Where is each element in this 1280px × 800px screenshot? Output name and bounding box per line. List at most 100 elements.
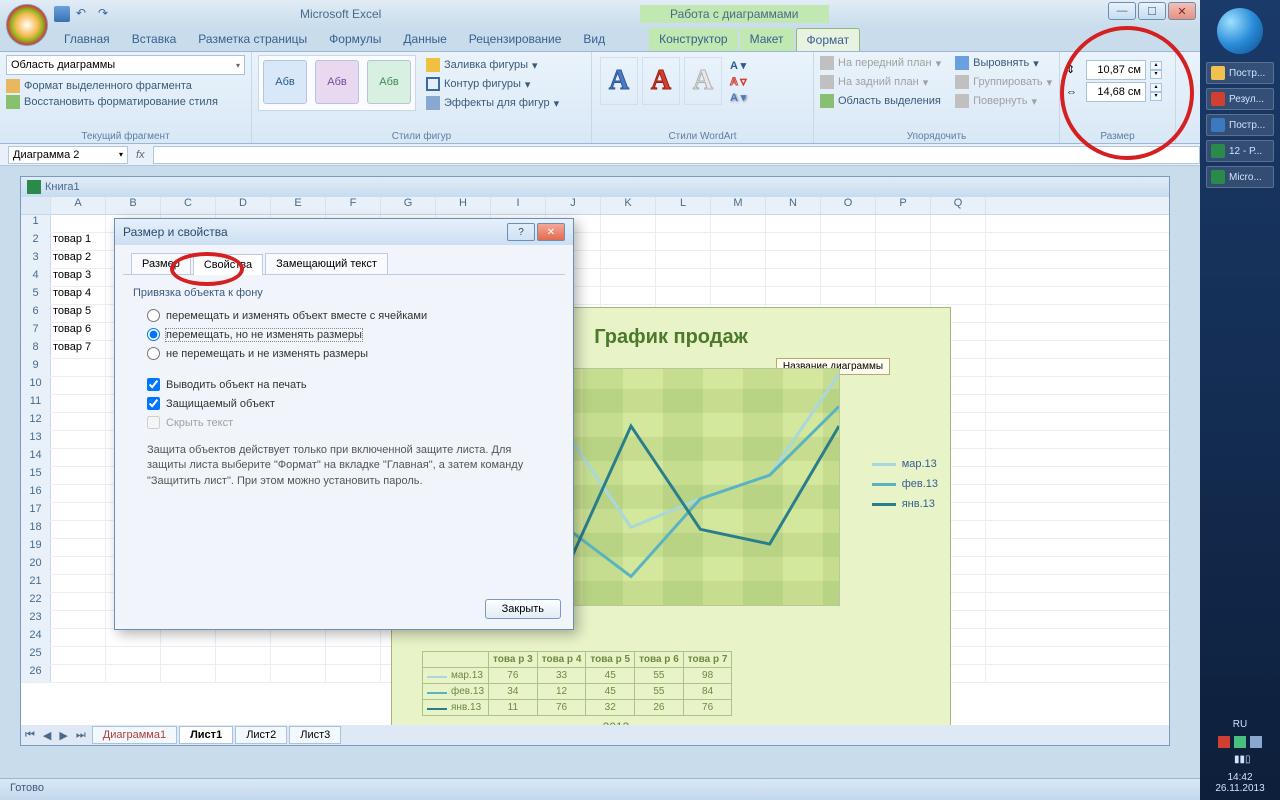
cell[interactable] bbox=[876, 287, 931, 304]
dialog-help-button[interactable]: ? bbox=[507, 223, 535, 241]
row-header[interactable]: 26 bbox=[21, 665, 51, 682]
cell[interactable] bbox=[51, 521, 106, 538]
cell[interactable]: товар 7 bbox=[51, 341, 106, 358]
col-header[interactable]: A bbox=[51, 197, 106, 214]
name-box[interactable]: Диаграмма 2 bbox=[8, 146, 128, 164]
row-header[interactable]: 22 bbox=[21, 593, 51, 610]
col-header[interactable]: J bbox=[546, 197, 601, 214]
redo-icon[interactable]: ↷ bbox=[98, 6, 114, 22]
check-locked[interactable]: Защищаемый объект bbox=[147, 397, 555, 410]
cell[interactable] bbox=[766, 251, 821, 268]
dialog-close-x[interactable]: ✕ bbox=[537, 223, 565, 241]
cell[interactable] bbox=[51, 431, 106, 448]
col-header[interactable]: F bbox=[326, 197, 381, 214]
tray-network-icon[interactable]: ▮▮▯ bbox=[1234, 754, 1246, 766]
bring-front-button[interactable]: На передний план ▾ bbox=[820, 55, 941, 71]
shape-effects-button[interactable]: Эффекты для фигур ▾ bbox=[426, 95, 559, 111]
cell[interactable] bbox=[711, 233, 766, 250]
cell[interactable] bbox=[821, 251, 876, 268]
cell[interactable] bbox=[656, 287, 711, 304]
cell[interactable]: товар 2 bbox=[51, 251, 106, 268]
shape-fill-button[interactable]: Заливка фигуры ▾ bbox=[426, 57, 559, 73]
cell[interactable] bbox=[51, 665, 106, 682]
cell[interactable] bbox=[766, 215, 821, 232]
row-header[interactable]: 18 bbox=[21, 521, 51, 538]
cell[interactable]: товар 6 bbox=[51, 323, 106, 340]
taskbar-item[interactable]: Резул... bbox=[1206, 88, 1274, 110]
text-outline-icon[interactable]: A ▾ bbox=[730, 75, 746, 88]
tray-date[interactable]: 26.11.2013 bbox=[1200, 783, 1280, 794]
send-back-button[interactable]: На задний план ▾ bbox=[820, 74, 941, 90]
cell[interactable] bbox=[876, 269, 931, 286]
row-header[interactable]: 9 bbox=[21, 359, 51, 376]
cell[interactable] bbox=[601, 269, 656, 286]
shape-style-gallery[interactable]: Абв Абв Абв bbox=[258, 55, 416, 111]
row-header[interactable]: 6 bbox=[21, 305, 51, 322]
cell[interactable] bbox=[326, 629, 381, 646]
cell[interactable] bbox=[601, 233, 656, 250]
cell[interactable] bbox=[711, 287, 766, 304]
radio-no-move[interactable]: не перемещать и не изменять размеры bbox=[147, 347, 555, 360]
cell[interactable] bbox=[876, 251, 931, 268]
col-header[interactable]: C bbox=[161, 197, 216, 214]
minimize-button[interactable]: — bbox=[1108, 2, 1136, 20]
row-header[interactable]: 25 bbox=[21, 647, 51, 664]
language-indicator[interactable]: RU bbox=[1200, 719, 1280, 730]
height-input[interactable] bbox=[1086, 60, 1146, 80]
cell[interactable] bbox=[821, 287, 876, 304]
sheet-nav-last[interactable]: ⏭ bbox=[72, 729, 90, 742]
undo-icon[interactable]: ↶ bbox=[76, 6, 92, 22]
cell[interactable]: товар 5 bbox=[51, 305, 106, 322]
sheet-nav-next[interactable]: ▶ bbox=[55, 729, 71, 742]
cell[interactable] bbox=[106, 665, 161, 682]
check-print[interactable]: Выводить объект на печать bbox=[147, 378, 555, 391]
sheet-nav-first[interactable]: ⏮ bbox=[21, 729, 39, 742]
row-header[interactable]: 5 bbox=[21, 287, 51, 304]
cell[interactable] bbox=[931, 233, 986, 250]
tray-volume-icon[interactable] bbox=[1250, 736, 1262, 748]
cell[interactable] bbox=[51, 557, 106, 574]
width-input[interactable] bbox=[1086, 82, 1146, 102]
cell[interactable] bbox=[656, 215, 711, 232]
tab-chart-format[interactable]: Формат bbox=[796, 28, 861, 51]
cell[interactable] bbox=[931, 251, 986, 268]
cell[interactable] bbox=[931, 269, 986, 286]
cell[interactable] bbox=[51, 629, 106, 646]
tray-power-icon[interactable] bbox=[1234, 736, 1246, 748]
check-hide-text[interactable]: Скрыть текст bbox=[147, 416, 555, 429]
text-fill-icon[interactable]: A ▾ bbox=[730, 59, 746, 72]
cell[interactable] bbox=[271, 647, 326, 664]
col-header[interactable]: G bbox=[381, 197, 436, 214]
cell[interactable] bbox=[931, 215, 986, 232]
col-header[interactable]: Q bbox=[931, 197, 986, 214]
cell[interactable] bbox=[51, 467, 106, 484]
cell[interactable] bbox=[51, 215, 106, 232]
cell[interactable] bbox=[51, 575, 106, 592]
row-header[interactable]: 21 bbox=[21, 575, 51, 592]
width-up[interactable]: ▴ bbox=[1150, 83, 1162, 92]
row-header[interactable]: 12 bbox=[21, 413, 51, 430]
sheet-tab[interactable]: Лист3 bbox=[289, 726, 341, 744]
cell[interactable] bbox=[711, 269, 766, 286]
tab-home[interactable]: Главная bbox=[54, 28, 120, 51]
maximize-button[interactable]: ☐ bbox=[1138, 2, 1166, 20]
col-header[interactable]: M bbox=[711, 197, 766, 214]
cell[interactable] bbox=[51, 395, 106, 412]
close-button[interactable]: ✕ bbox=[1168, 2, 1196, 20]
selection-pane-button[interactable]: Область выделения bbox=[820, 93, 941, 109]
row-header[interactable]: 17 bbox=[21, 503, 51, 520]
cell[interactable] bbox=[601, 287, 656, 304]
row-header[interactable]: 8 bbox=[21, 341, 51, 358]
cell[interactable] bbox=[766, 269, 821, 286]
row-header[interactable]: 15 bbox=[21, 467, 51, 484]
row-header[interactable]: 23 bbox=[21, 611, 51, 628]
sheet-tab[interactable]: Лист2 bbox=[235, 726, 287, 744]
start-button[interactable] bbox=[1217, 8, 1263, 54]
tab-formulas[interactable]: Формулы bbox=[319, 28, 391, 51]
align-button[interactable]: Выровнять ▾ bbox=[955, 55, 1052, 71]
cell[interactable] bbox=[601, 215, 656, 232]
cell[interactable] bbox=[51, 503, 106, 520]
col-header[interactable]: P bbox=[876, 197, 931, 214]
tab-chart-design[interactable]: Конструктор bbox=[649, 28, 737, 51]
cell[interactable] bbox=[821, 233, 876, 250]
